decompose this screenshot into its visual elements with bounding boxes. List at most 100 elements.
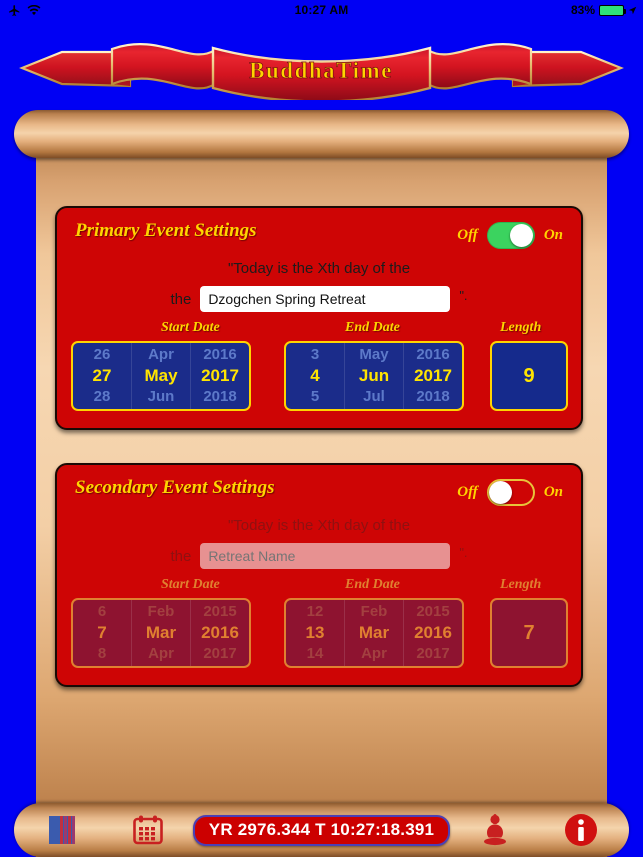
picker-value-prev: 6 — [97, 603, 107, 621]
secondary-end-day-column[interactable]: 12 13 14 — [286, 600, 345, 666]
picker-value-selected: 2016 — [201, 623, 239, 643]
picker-value-prev: 2016 — [203, 346, 237, 364]
picker-value-prev: Apr — [148, 346, 174, 364]
picker-value-next: 2017 — [416, 644, 450, 662]
picker-value-prev: Feb — [147, 603, 175, 621]
picker-value-next: Jul — [363, 387, 385, 405]
primary-event-name-input[interactable] — [200, 286, 451, 312]
secondary-event-name-input[interactable] — [200, 543, 451, 569]
scroll-top-roll — [14, 110, 629, 158]
primary-end-month-column[interactable]: May Jun Jul — [345, 343, 404, 409]
primary-the-label: the — [170, 290, 192, 308]
picker-value-next: Jun — [147, 387, 175, 405]
primary-toggle-off-label: Off — [457, 227, 478, 243]
primary-length-label: Length — [500, 320, 542, 335]
picker-value-selected: 13 — [305, 623, 325, 643]
primary-panel-title: Primary Event Settings — [75, 220, 257, 241]
picker-value-next: 2018 — [416, 387, 450, 405]
picker-value-next: Apr — [148, 644, 174, 662]
secondary-panel-title: Secondary Event Settings — [75, 477, 275, 498]
secondary-the-label: the — [170, 547, 192, 565]
picker-value-next: 2018 — [203, 387, 237, 405]
secondary-sentence: "Today is the Xth day of the — [227, 517, 411, 534]
primary-quote-end: ". — [459, 288, 468, 303]
primary-event-settings-panel: Primary Event Settings Off On "Today is … — [55, 206, 583, 430]
calendar-button[interactable] — [110, 814, 186, 846]
bar-chart-button[interactable] — [14, 813, 110, 847]
calendar-icon — [133, 815, 163, 845]
picker-value-prev: 2015 — [416, 603, 450, 621]
parchment-scroll: Primary Event Settings Off On "Today is … — [0, 110, 643, 857]
secondary-input-row: the ". — [57, 543, 581, 569]
picker-value-selected: Mar — [358, 623, 390, 643]
bar-chart-icon — [49, 816, 75, 844]
secondary-toggle-off-label: Off — [457, 484, 478, 500]
picker-value-selected: 2017 — [414, 366, 452, 386]
secondary-end-year-column[interactable]: 2015 2016 2017 — [404, 600, 462, 666]
picker-value-next: 14 — [306, 644, 324, 662]
primary-start-year-column[interactable]: 2016 2017 2018 — [191, 343, 249, 409]
secondary-pickers: Start Date End Date Length 6 7 8 Feb Mar… — [57, 577, 581, 670]
picker-value-selected: Jun — [358, 366, 390, 386]
picker-value-next: 8 — [97, 644, 107, 662]
primary-start-date-picker[interactable]: 26 27 28 Apr May Jun 2016 2017 2018 — [71, 341, 251, 411]
primary-toggle-row: Off On — [457, 222, 563, 249]
primary-toggle-knob — [509, 224, 533, 247]
time-display-button[interactable]: YR 2976.344 T 10:27:18.391 — [186, 814, 457, 846]
wifi-icon — [27, 4, 41, 16]
secondary-toggle-row: Off On — [457, 479, 563, 506]
secondary-length-value: 7 — [523, 621, 535, 644]
secondary-enable-toggle[interactable] — [486, 479, 535, 506]
picker-value-prev: 2016 — [416, 346, 450, 364]
status-bar-clock: 10:27 AM — [294, 3, 349, 17]
buddha-button[interactable] — [457, 813, 533, 847]
primary-pickers: Start Date End Date Length 26 27 28 Apr … — [57, 320, 581, 413]
secondary-start-month-column[interactable]: Feb Mar Apr — [132, 600, 191, 666]
battery-percent-label: 83% — [570, 3, 595, 17]
picker-value-selected: Mar — [145, 623, 177, 643]
secondary-start-date-label: Start Date — [161, 577, 220, 592]
picker-value-selected: 2016 — [414, 623, 452, 643]
primary-length-value: 9 — [523, 364, 535, 387]
secondary-start-date-picker[interactable]: 6 7 8 Feb Mar Apr 2015 2016 2017 — [71, 598, 251, 668]
primary-end-date-picker[interactable]: 3 4 5 May Jun Jul 2016 2017 2018 — [284, 341, 464, 411]
primary-start-month-column[interactable]: Apr May Jun — [132, 343, 191, 409]
picker-value-next: 2017 — [203, 644, 237, 662]
secondary-length-picker[interactable]: 7 — [490, 598, 568, 668]
primary-start-date-label: Start Date — [161, 320, 220, 335]
status-bar-left — [0, 4, 150, 17]
picker-value-next: 5 — [310, 387, 320, 405]
picker-value-selected: 2017 — [201, 366, 239, 386]
secondary-end-date-picker[interactable]: 12 13 14 Feb Mar Apr 2015 2016 2017 — [284, 598, 464, 668]
primary-end-day-column[interactable]: 3 4 5 — [286, 343, 345, 409]
secondary-toggle-knob — [488, 481, 512, 504]
location-arrow-icon — [628, 6, 637, 15]
primary-sentence: "Today is the Xth day of the — [227, 260, 411, 277]
primary-end-date-label: End Date — [345, 320, 400, 335]
status-bar-right: 83% — [493, 3, 643, 17]
picker-value-next: Apr — [361, 644, 387, 662]
primary-start-day-column[interactable]: 26 27 28 — [73, 343, 132, 409]
secondary-end-date-label: End Date — [345, 577, 400, 592]
picker-value-prev: 26 — [93, 346, 111, 364]
picker-value-selected: 7 — [97, 623, 107, 643]
picker-value-prev: 12 — [306, 603, 324, 621]
secondary-end-month-column[interactable]: Feb Mar Apr — [345, 600, 404, 666]
status-bar: 10:27 AM 83% — [0, 0, 643, 20]
primary-toggle-on-label: On — [543, 227, 563, 243]
info-button[interactable] — [533, 812, 629, 848]
picker-value-selected: May — [144, 366, 178, 386]
primary-enable-toggle[interactable] — [486, 222, 535, 249]
picker-value-selected: 4 — [310, 366, 320, 386]
secondary-start-year-column[interactable]: 2015 2016 2017 — [191, 600, 249, 666]
secondary-event-settings-panel: Secondary Event Settings Off On "Today i… — [55, 463, 583, 687]
secondary-toggle-on-label: On — [543, 484, 563, 500]
time-display-label: YR 2976.344 T 10:27:18.391 — [192, 814, 451, 846]
picker-value-next: 28 — [93, 387, 111, 405]
app-banner: BuddhaTime — [0, 22, 643, 103]
primary-length-picker[interactable]: 9 — [490, 341, 568, 411]
buddha-icon — [484, 814, 506, 846]
picker-value-prev: May — [359, 346, 389, 364]
primary-end-year-column[interactable]: 2016 2017 2018 — [404, 343, 462, 409]
secondary-start-day-column[interactable]: 6 7 8 — [73, 600, 132, 666]
